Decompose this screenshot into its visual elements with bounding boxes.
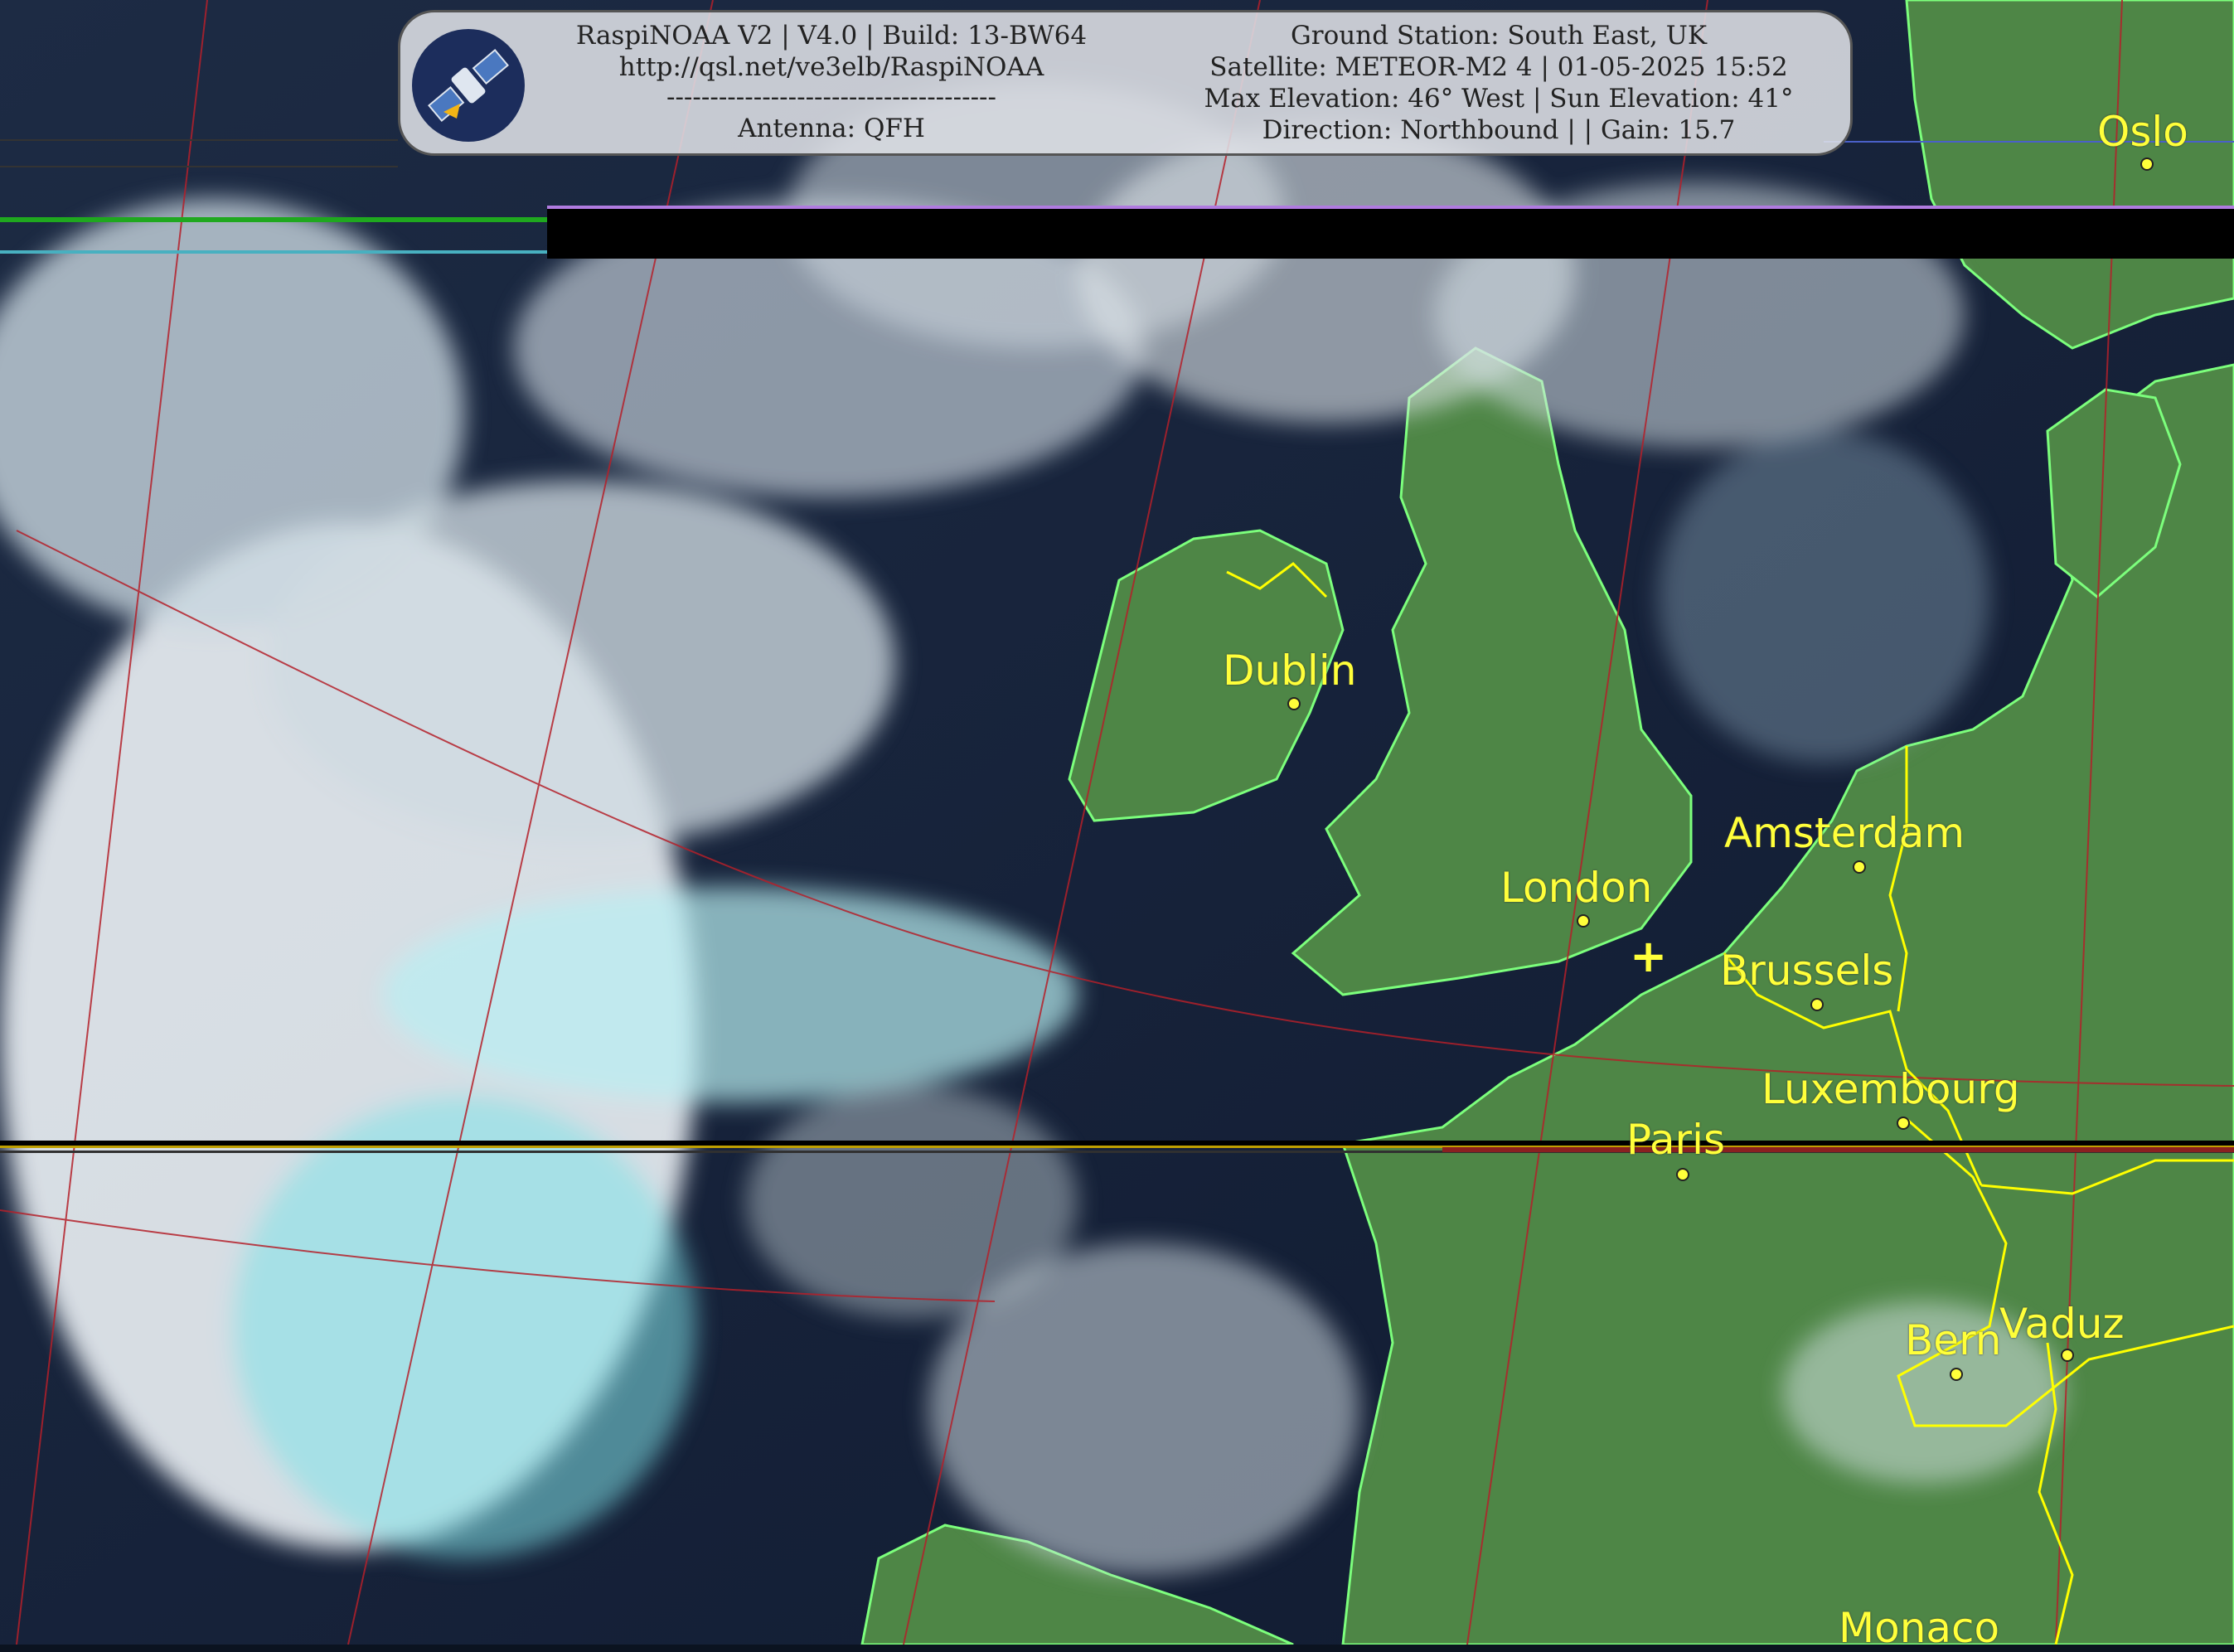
- elevation-info: Max Elevation: 46° West | Sun Elevation:…: [1204, 84, 1794, 114]
- project-url: http://qsl.net/ve3elb/RaspiNOAA: [618, 52, 1044, 82]
- city-label-paris: Paris: [1626, 1116, 1726, 1164]
- city-marker-luxembourg: [1897, 1117, 1910, 1130]
- city-label-amsterdam: Amsterdam: [1724, 809, 1965, 857]
- separator-line: --------------------------------------: [666, 82, 997, 112]
- city-marker-oslo: [2140, 157, 2154, 171]
- city-label-oslo: Oslo: [2097, 108, 2188, 156]
- city-label-vaduz: Vaduz: [1999, 1300, 2125, 1348]
- city-marker-bern: [1950, 1368, 1963, 1381]
- pass-info-panel: RaspiNOAA V2 | V4.0 | Build: 13-BW64 htt…: [398, 10, 1853, 156]
- software-version: RaspiNOAA V2 | V4.0 | Build: 13-BW64: [575, 21, 1088, 51]
- antenna-info: Antenna: QFH: [738, 114, 925, 143]
- city-label-bern: Bern: [1905, 1316, 2002, 1364]
- city-label-monaco: Monaco: [1839, 1604, 2000, 1652]
- city-marker-dublin: [1287, 697, 1301, 710]
- city-label-luxembourg: Luxembourg: [1762, 1065, 2020, 1113]
- city-marker-brussels: [1810, 998, 1824, 1011]
- city-label-dublin: Dublin: [1223, 647, 1357, 695]
- city-marker-london: [1577, 914, 1590, 928]
- ground-station: Ground Station: South East, UK: [1291, 21, 1707, 51]
- city-marker-paris: [1676, 1168, 1689, 1181]
- satellite-info: Satellite: METEOR-M2 4 | 01-05-2025 15:5…: [1209, 52, 1788, 82]
- satellite-icon: [412, 29, 525, 142]
- ground-station-marker: +: [1630, 930, 1668, 982]
- city-label-london: London: [1500, 864, 1653, 912]
- direction-gain-info: Direction: Northbound | | Gain: 15.7: [1262, 115, 1736, 145]
- city-label-brussels: Brussels: [1720, 947, 1894, 995]
- city-marker-amsterdam: [1853, 860, 1866, 874]
- city-marker-vaduz: [2061, 1349, 2074, 1362]
